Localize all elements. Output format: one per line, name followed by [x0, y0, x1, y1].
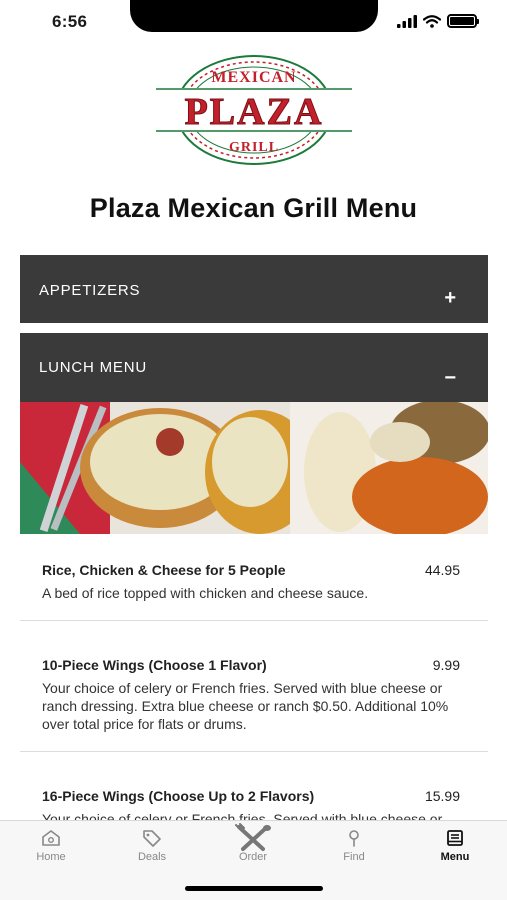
section-appetizers[interactable]: APPETIZERS +	[20, 255, 488, 323]
menu-item-price: 15.99	[424, 788, 460, 804]
tab-home[interactable]: Home	[21, 829, 81, 863]
tab-label: Menu	[440, 851, 470, 863]
battery-icon	[447, 14, 479, 28]
section-label: LUNCH MENU	[39, 359, 148, 376]
tab-menu[interactable]: Menu	[425, 829, 485, 863]
menu-items-list[interactable]: Rice, Chicken & Cheese for 5 People 44.9…	[20, 534, 488, 820]
menu-book-icon	[447, 830, 463, 846]
menu-item-price: 44.95	[424, 562, 460, 578]
tab-deals[interactable]: Deals	[122, 829, 182, 863]
svg-text:GRILL: GRILL	[229, 140, 279, 155]
section-label: APPETIZERS	[39, 282, 141, 299]
menu-item-price: 9.99	[432, 657, 460, 673]
menu-item-description: Your choice of celery or French fries. S…	[42, 680, 449, 732]
menu-item-description: A bed of rice topped with chicken and ch…	[42, 585, 369, 601]
menu-item-name: 16-Piece Wings (Choose Up to 2 Flavors)	[42, 788, 315, 804]
collapse-minus-icon[interactable]: −	[444, 367, 456, 390]
plaza-logo: MEXICAN PLAZA GRILL	[156, 55, 352, 165]
home-indicator	[185, 886, 323, 891]
map-pin-icon	[349, 830, 359, 847]
utensils-icon	[235, 823, 271, 851]
lunch-menu-food-image	[20, 402, 488, 534]
status-bar: 6:56	[0, 0, 507, 44]
menu-item[interactable]: 10-Piece Wings (Choose 1 Flavor) 9.99 Yo…	[20, 621, 488, 752]
menu-item-name: Rice, Chicken & Cheese for 5 People	[42, 562, 286, 578]
tab-label: Home	[36, 851, 66, 863]
tab-label: Order	[238, 851, 268, 863]
tab-order[interactable]: Order	[223, 823, 283, 863]
tab-label: Find	[343, 851, 365, 863]
section-lunch-menu[interactable]: LUNCH MENU −	[20, 333, 488, 402]
page-title: Plaza Mexican Grill Menu	[89, 193, 418, 223]
menu-item[interactable]: Rice, Chicken & Cheese for 5 People 44.9…	[20, 534, 488, 621]
menu-item-name: 10-Piece Wings (Choose 1 Flavor)	[42, 657, 267, 673]
tab-label: Deals	[137, 851, 167, 863]
home-icon	[42, 830, 60, 846]
tag-icon	[143, 830, 161, 847]
menu-item[interactable]: 16-Piece Wings (Choose Up to 2 Flavors) …	[20, 752, 488, 820]
signal-icon	[397, 14, 417, 28]
tab-find[interactable]: Find	[324, 829, 384, 863]
svg-text:MEXICAN: MEXICAN	[211, 69, 296, 86]
wifi-icon	[423, 14, 441, 28]
status-time: 6:56	[52, 12, 88, 31]
expand-plus-icon[interactable]: +	[444, 287, 456, 310]
svg-text:PLAZA: PLAZA	[185, 91, 324, 133]
menu-item-description: Your choice of celery or French fries. S…	[42, 811, 443, 820]
device-notch	[130, 0, 378, 32]
status-icons	[397, 14, 479, 28]
